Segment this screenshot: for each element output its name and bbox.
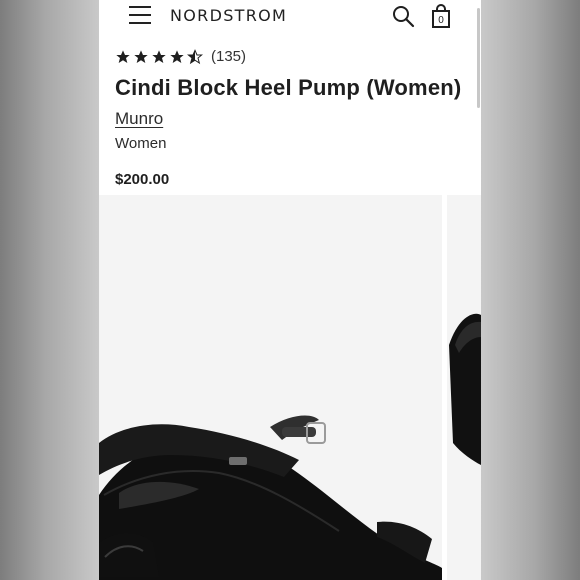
- product-title: Cindi Block Heel Pump (Women): [115, 75, 462, 100]
- black-pump-photo-partial: [447, 195, 481, 580]
- brand-link[interactable]: Munro: [115, 109, 163, 129]
- shopping-bag-button[interactable]: 0: [429, 3, 453, 29]
- left-blurred-background: [0, 0, 99, 580]
- product-category: Women: [115, 135, 167, 152]
- product-image-gallery[interactable]: [99, 195, 481, 580]
- rating-row[interactable]: (135): [115, 48, 246, 65]
- review-count[interactable]: (135): [211, 48, 246, 65]
- top-header: NORDSTROM 0: [99, 0, 481, 34]
- bag-count: 0: [438, 15, 444, 26]
- star-half-icon: [187, 48, 203, 64]
- star-full-icon: [134, 49, 148, 63]
- black-block-heel-pump-photo: [99, 195, 442, 580]
- star-full-icon: [116, 49, 130, 63]
- right-blurred-background: [481, 0, 580, 580]
- product-page: NORDSTROM 0 (135) Cindi Block Heel Pump …: [99, 0, 481, 580]
- next-product-image[interactable]: [447, 195, 481, 580]
- brand-logo[interactable]: NORDSTROM: [170, 6, 287, 25]
- star-rating: [115, 48, 203, 65]
- main-product-image[interactable]: [99, 195, 442, 580]
- star-full-icon: [170, 49, 184, 63]
- star-full-icon: [152, 49, 166, 63]
- scrollbar[interactable]: [477, 8, 480, 108]
- product-price: $200.00: [115, 171, 170, 188]
- shopping-bag-icon: 0: [432, 4, 450, 28]
- search-icon[interactable]: [391, 4, 415, 28]
- hamburger-menu-icon[interactable]: [129, 6, 151, 24]
